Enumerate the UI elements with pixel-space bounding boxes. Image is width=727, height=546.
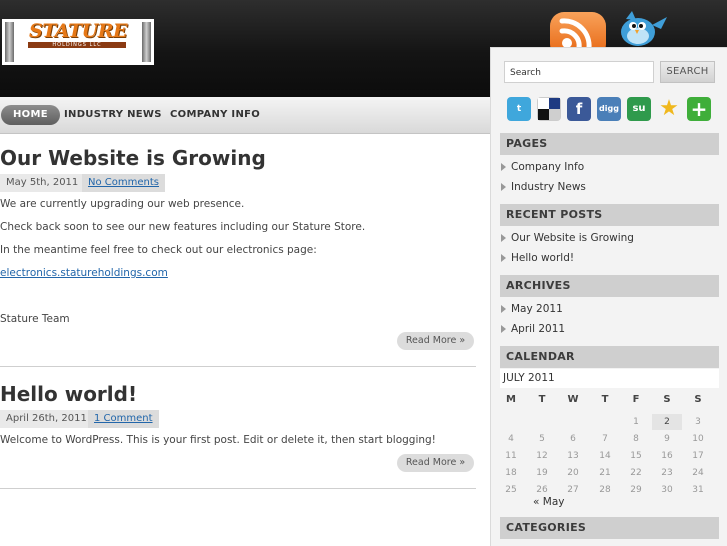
calendar-day: 14: [599, 451, 611, 461]
add-plus-icon[interactable]: +: [687, 97, 711, 121]
post-date: May 5th, 2011: [0, 174, 85, 192]
calendar-day: 25: [505, 485, 517, 495]
post-title[interactable]: Hello world!: [0, 381, 137, 407]
calendar-day: 29: [630, 485, 642, 495]
calendar-caption: JULY 2011: [500, 369, 719, 388]
read-more-button[interactable]: Read More »: [397, 332, 474, 350]
calendar-weekday: W: [567, 394, 579, 405]
calendar-day: 23: [661, 468, 673, 478]
calendar-weekday: T: [601, 394, 609, 405]
search-button[interactable]: SEARCH: [660, 61, 715, 83]
sidebar-item-archive[interactable]: May 2011: [501, 302, 563, 316]
widget-title-pages: PAGES: [500, 133, 719, 155]
post-paragraph: Check back soon to see our new features …: [0, 221, 366, 233]
twitter-bird-icon[interactable]: [612, 9, 668, 49]
calendar-day: 16: [661, 451, 673, 461]
logo-wordmark: STATURE: [28, 20, 128, 42]
nav-company-info[interactable]: COMPANY INFO: [170, 105, 260, 125]
nav-industry-news[interactable]: INDUSTRY NEWS: [64, 105, 162, 125]
calendar-day: 3: [695, 417, 701, 427]
calendar-weekday: M: [506, 394, 516, 405]
post-date: April 26th, 2011: [0, 410, 93, 428]
widget-title-archives: ARCHIVES: [500, 275, 719, 297]
calendar-day: 13: [567, 451, 579, 461]
post-divider: [0, 488, 476, 489]
calendar-weekday: S: [663, 394, 671, 405]
post-paragraph: Welcome to WordPress. This is your first…: [0, 434, 436, 446]
calendar-prev-month-link[interactable]: « May: [533, 496, 564, 508]
sidebar-item-recent-post[interactable]: Our Website is Growing: [501, 231, 634, 245]
sidebar-item-company-info[interactable]: Company Info: [500, 160, 584, 174]
calendar-day: 8: [633, 434, 639, 444]
calendar-day: 21: [599, 468, 611, 478]
read-more-button[interactable]: Read More »: [397, 454, 474, 472]
calendar-day: 22: [630, 468, 642, 478]
calendar-weekday: T: [538, 394, 546, 405]
calendar-weekday: F: [632, 394, 640, 405]
calendar-day-today: 2: [652, 414, 682, 430]
electronics-link[interactable]: electronics.statureholdings.com: [0, 266, 168, 280]
logo-subtitle: HOLDINGS LLC: [28, 42, 126, 48]
facebook-icon[interactable]: f: [567, 97, 591, 121]
post-comments-link[interactable]: 1 Comment: [88, 410, 159, 428]
calendar-weekday: S: [694, 394, 702, 405]
calendar-day: 19: [536, 468, 548, 478]
stumbleupon-icon[interactable]: su: [627, 97, 651, 121]
calendar-day: 7: [602, 434, 608, 444]
sidebar-item-archive[interactable]: April 2011: [500, 322, 565, 336]
delicious-icon[interactable]: [537, 97, 561, 121]
calendar-day: 10: [692, 434, 704, 444]
favorite-star-icon[interactable]: ★: [657, 97, 681, 121]
digg-icon[interactable]: digg: [597, 97, 621, 121]
calendar-day: 4: [508, 434, 514, 444]
widget-title-calendar: CALENDAR: [500, 346, 719, 368]
twitter-icon[interactable]: t: [507, 97, 531, 121]
post-divider: [0, 366, 476, 367]
calendar-day: 12: [536, 451, 548, 461]
sidebar-item-industry-news[interactable]: Industry News: [501, 180, 586, 194]
calendar-day: 31: [692, 485, 704, 495]
logo-pillar-right: [142, 22, 151, 62]
post-comments-link[interactable]: No Comments: [82, 174, 165, 192]
calendar-day: 9: [664, 434, 670, 444]
sidebar-item-recent-post[interactable]: Hello world!: [500, 251, 574, 265]
calendar-day: 26: [536, 485, 548, 495]
calendar-day: 20: [567, 468, 579, 478]
site-logo[interactable]: STATURE HOLDINGS LLC: [2, 19, 154, 65]
main-navigation: HOME INDUSTRY NEWS COMPANY INFO: [0, 97, 490, 134]
calendar-day: 28: [599, 485, 611, 495]
widget-title-recent-posts: RECENT POSTS: [500, 204, 719, 226]
calendar-day: 15: [630, 451, 642, 461]
search-input[interactable]: Search: [504, 61, 654, 83]
calendar-day: 1: [633, 417, 639, 427]
calendar-day: 24: [692, 468, 704, 478]
calendar-day: 5: [539, 434, 545, 444]
post-paragraph: In the meantime feel free to check out o…: [0, 244, 317, 256]
post-paragraph: We are currently upgrading our web prese…: [0, 198, 245, 210]
calendar-day: 11: [505, 451, 517, 461]
calendar-day: 30: [661, 485, 673, 495]
calendar-day: 27: [567, 485, 579, 495]
calendar-day: 18: [505, 468, 517, 478]
calendar-day: 6: [570, 434, 576, 444]
post-signature: Stature Team: [0, 313, 70, 325]
logo-pillar-left: [5, 22, 14, 62]
sidebar: Search SEARCH t f digg su ★ + PAGES Comp…: [490, 47, 727, 546]
nav-home[interactable]: HOME: [1, 105, 60, 125]
post-title[interactable]: Our Website is Growing: [0, 145, 266, 171]
calendar-day: 17: [692, 451, 704, 461]
widget-title-categories: CATEGORIES: [500, 517, 719, 539]
